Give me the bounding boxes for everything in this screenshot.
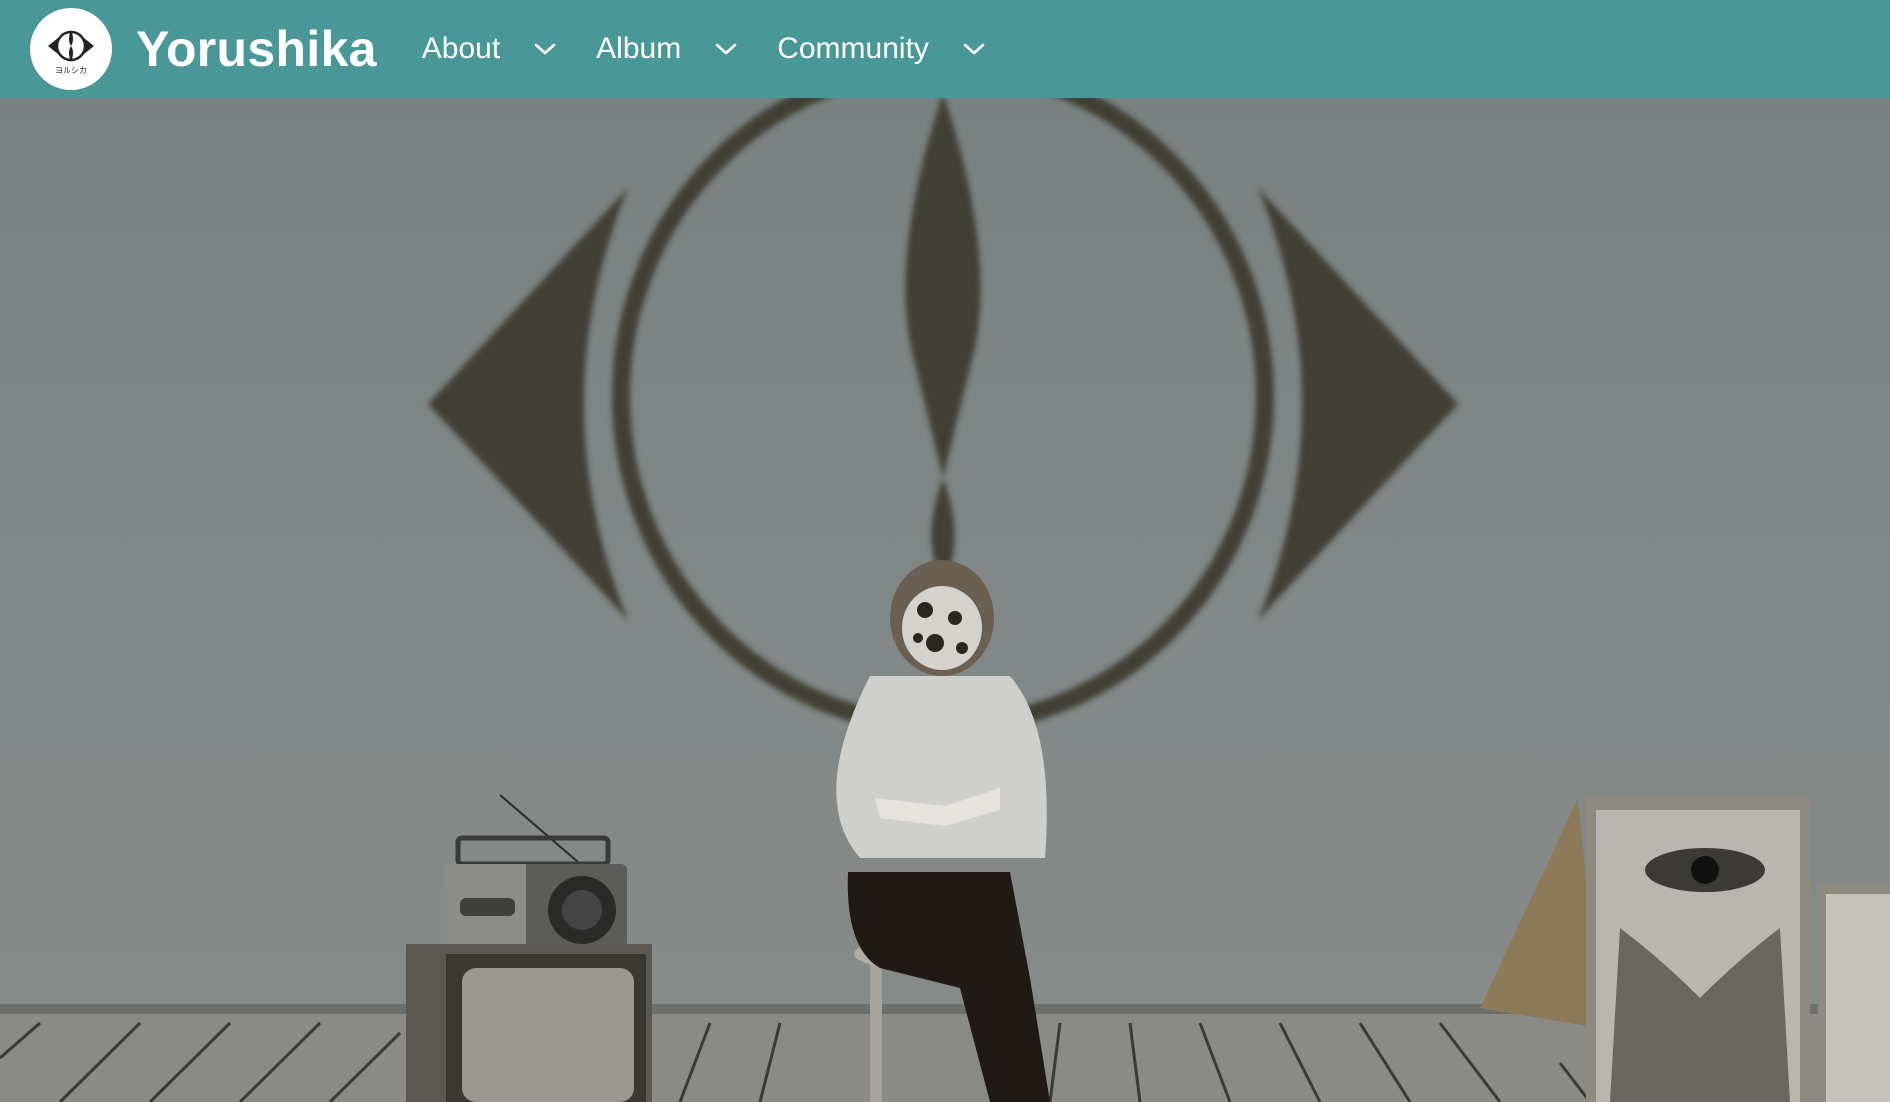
old-television [406, 944, 652, 1102]
nav-community[interactable]: Community [777, 32, 1025, 66]
nav-community-label: Community [777, 32, 929, 65]
top-navbar: ヨルシカ Yorushika About Album Community [0, 0, 1890, 98]
chevron-down-icon [715, 42, 737, 56]
nav-about-label: About [421, 32, 501, 65]
chevron-down-icon [963, 42, 985, 56]
eye-emblem-icon: ヨルシカ [48, 30, 94, 75]
main-nav: About Album Community [422, 32, 1025, 66]
nav-album[interactable]: Album [596, 32, 777, 66]
chevron-down-icon [534, 42, 556, 56]
brand-title[interactable]: Yorushika [136, 20, 377, 78]
nav-about[interactable]: About [422, 32, 596, 66]
nav-album-label: Album [596, 32, 682, 65]
logo-text: ヨルシカ [55, 66, 87, 75]
hero-scene [0, 98, 1890, 1102]
logo-button[interactable]: ヨルシカ [30, 8, 112, 90]
hero-image [0, 98, 1890, 1102]
